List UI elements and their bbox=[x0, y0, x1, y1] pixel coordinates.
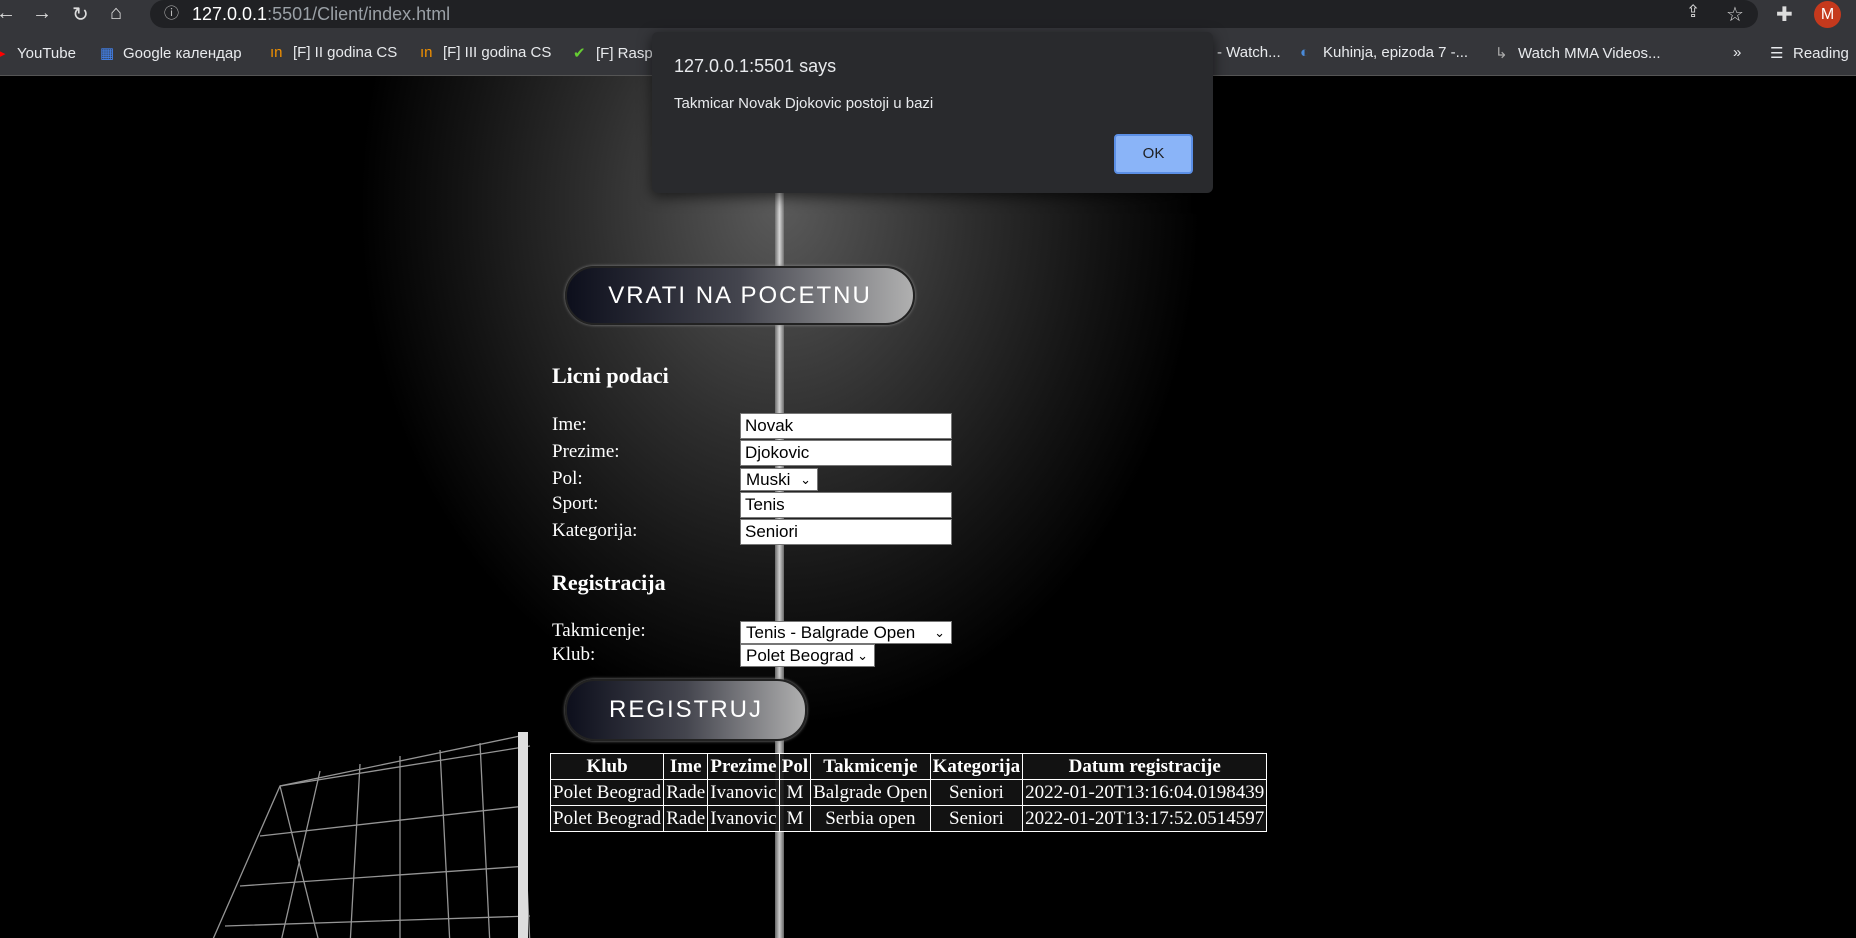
chevron-down-icon: ⌄ bbox=[800, 472, 811, 487]
bookmark-iii-godina[interactable]: ın [F] III godina CS bbox=[420, 44, 551, 61]
table-cell: 2022-01-20T13:16:04.0198439 bbox=[1022, 779, 1268, 806]
chevron-down-icon: ⌄ bbox=[934, 625, 945, 640]
bookmark-mma[interactable]: ↳ Watch MMA Videos... bbox=[1495, 44, 1661, 62]
table-cell: Rade bbox=[663, 805, 709, 832]
column-header: Kategorija bbox=[929, 753, 1024, 780]
bookmark-calendar[interactable]: ▦ Google календар bbox=[100, 44, 242, 62]
pol-select[interactable]: Muski ⌄ bbox=[740, 468, 818, 491]
table-cell: M bbox=[778, 779, 812, 806]
extensions-icon[interactable]: ✚ bbox=[1776, 2, 1793, 27]
address-bar[interactable]: ⓘ 127.0.0.1:5501/Client/index.html bbox=[150, 0, 1758, 28]
table-row: Polet Beograd Rade Ivanovic M Balgrade Open S… bbox=[549, 779, 1268, 806]
back-icon[interactable]: ← bbox=[0, 2, 16, 25]
bookmark-label: [F] Rasp bbox=[596, 45, 653, 62]
prezime-input[interactable]: Djokovic bbox=[740, 440, 952, 466]
bookmark-label: YouTube bbox=[17, 45, 76, 62]
pol-value: Muski bbox=[746, 470, 791, 489]
table-cell: Rade bbox=[663, 779, 709, 806]
star-icon[interactable]: ☆ bbox=[1726, 2, 1744, 27]
registration-heading: Registracija bbox=[552, 570, 666, 595]
reading-list[interactable]: ☰ Reading bbox=[1770, 44, 1849, 62]
prezime-label: Prezime: bbox=[552, 441, 620, 462]
bookmark-watch[interactable]: - Watch... bbox=[1217, 44, 1281, 61]
ok-button[interactable]: OK bbox=[1114, 134, 1193, 174]
bookmark-label: Google календар bbox=[123, 45, 242, 62]
table-cell: 2022-01-20T13:17:52.0514597 bbox=[1022, 805, 1268, 832]
table-cell: M bbox=[778, 805, 812, 832]
bookmark-label: Watch MMA Videos... bbox=[1518, 45, 1661, 62]
bookmark-kuhinja[interactable]: ◐ Kuhinja, epizoda 7 -... bbox=[1300, 44, 1468, 61]
takmicenje-select[interactable]: Tenis - Balgrade Open ⌄ bbox=[740, 621, 952, 644]
url-host: 127.0.0.1 bbox=[192, 4, 268, 24]
home-icon[interactable]: ⌂ bbox=[110, 2, 122, 25]
column-header: Prezime bbox=[707, 753, 780, 780]
share-icon[interactable]: ⇪ bbox=[1686, 2, 1700, 22]
url-path: :5501/Client/index.html bbox=[267, 4, 451, 24]
ime-label: Ime: bbox=[552, 414, 587, 435]
klub-select[interactable]: Polet Beograd ⌄ bbox=[740, 644, 875, 667]
table-cell: Serbia open bbox=[810, 805, 931, 832]
reload-icon[interactable]: ↻ bbox=[72, 2, 89, 27]
table-cell: Seniori bbox=[929, 805, 1024, 832]
table-cell: Polet Beograd bbox=[549, 805, 665, 832]
table-header-row: Klub Ime Prezime Pol Takmicenje Kategorija Dat… bbox=[549, 753, 1268, 780]
sport-input[interactable]: Tenis bbox=[740, 492, 952, 518]
bookmark-label: [F] III godina CS bbox=[443, 44, 552, 61]
dialog-title: 127.0.0.1:5501 says bbox=[674, 56, 837, 76]
takmicenje-value: Tenis - Balgrade Open bbox=[746, 623, 916, 642]
browser-toolbar: ← → ↻ ⌂ ⓘ 127.0.0.1:5501/Client/index.ht… bbox=[0, 0, 1856, 31]
column-header: Takmicenje bbox=[810, 753, 931, 780]
kategorija-label: Kategorija: bbox=[552, 520, 638, 541]
bookmark-ii-godina[interactable]: ın [F] II godina CS bbox=[270, 44, 397, 61]
table-cell: Balgrade Open bbox=[810, 779, 931, 806]
bookmark-label: [F] II godina CS bbox=[293, 44, 398, 61]
pol-label: Pol: bbox=[552, 468, 583, 489]
bookmark-label: Kuhinja, epizoda 7 -... bbox=[1323, 44, 1469, 61]
table-cell: Ivanovic bbox=[707, 805, 780, 832]
dialog-message: Takmicar Novak Djokovic postoji u bazi bbox=[674, 95, 934, 112]
sport-label: Sport: bbox=[552, 493, 599, 514]
column-header: Ime bbox=[663, 753, 709, 780]
alert-dialog: 127.0.0.1:5501 says Takmicar Novak Djoko… bbox=[652, 32, 1213, 193]
column-header: Datum registracije bbox=[1022, 753, 1268, 780]
bookmark-rasp[interactable]: ✔ [F] Rasp bbox=[573, 44, 653, 62]
column-header: Pol bbox=[778, 753, 812, 780]
chevron-down-icon: ⌄ bbox=[857, 648, 868, 663]
table-cell: Ivanovic bbox=[707, 779, 780, 806]
table-cell: Polet Beograd bbox=[549, 779, 665, 806]
bookmark-label: - Watch... bbox=[1217, 44, 1281, 61]
ime-input[interactable]: Novak bbox=[740, 413, 952, 439]
bookmark-label: Reading bbox=[1793, 45, 1849, 62]
back-to-home-button[interactable]: VRATI NA POCETNU bbox=[565, 266, 915, 325]
registrations-table: Klub Ime Prezime Pol Takmicenje Kategorija Dat… bbox=[549, 753, 1268, 832]
kategorija-input[interactable]: Seniori bbox=[740, 519, 952, 545]
info-icon: ⓘ bbox=[164, 5, 180, 22]
bookmark-youtube[interactable]: ▶YouTube bbox=[0, 44, 76, 62]
column-header: Klub bbox=[549, 753, 665, 780]
forward-icon[interactable]: → bbox=[32, 2, 52, 25]
klub-label: Klub: bbox=[552, 644, 596, 665]
register-button[interactable]: REGISTRUJ bbox=[565, 679, 807, 741]
klub-value: Polet Beograd bbox=[746, 646, 854, 665]
table-cell: Seniori bbox=[929, 779, 1024, 806]
table-row: Polet Beograd Rade Ivanovic M Serbia open Sen… bbox=[549, 805, 1268, 832]
avatar[interactable]: M bbox=[1814, 1, 1841, 28]
personal-data-heading: Licni podaci bbox=[552, 363, 669, 388]
takmicenje-label: Takmicenje: bbox=[552, 620, 646, 641]
more-bookmarks-icon[interactable]: » bbox=[1733, 44, 1741, 61]
